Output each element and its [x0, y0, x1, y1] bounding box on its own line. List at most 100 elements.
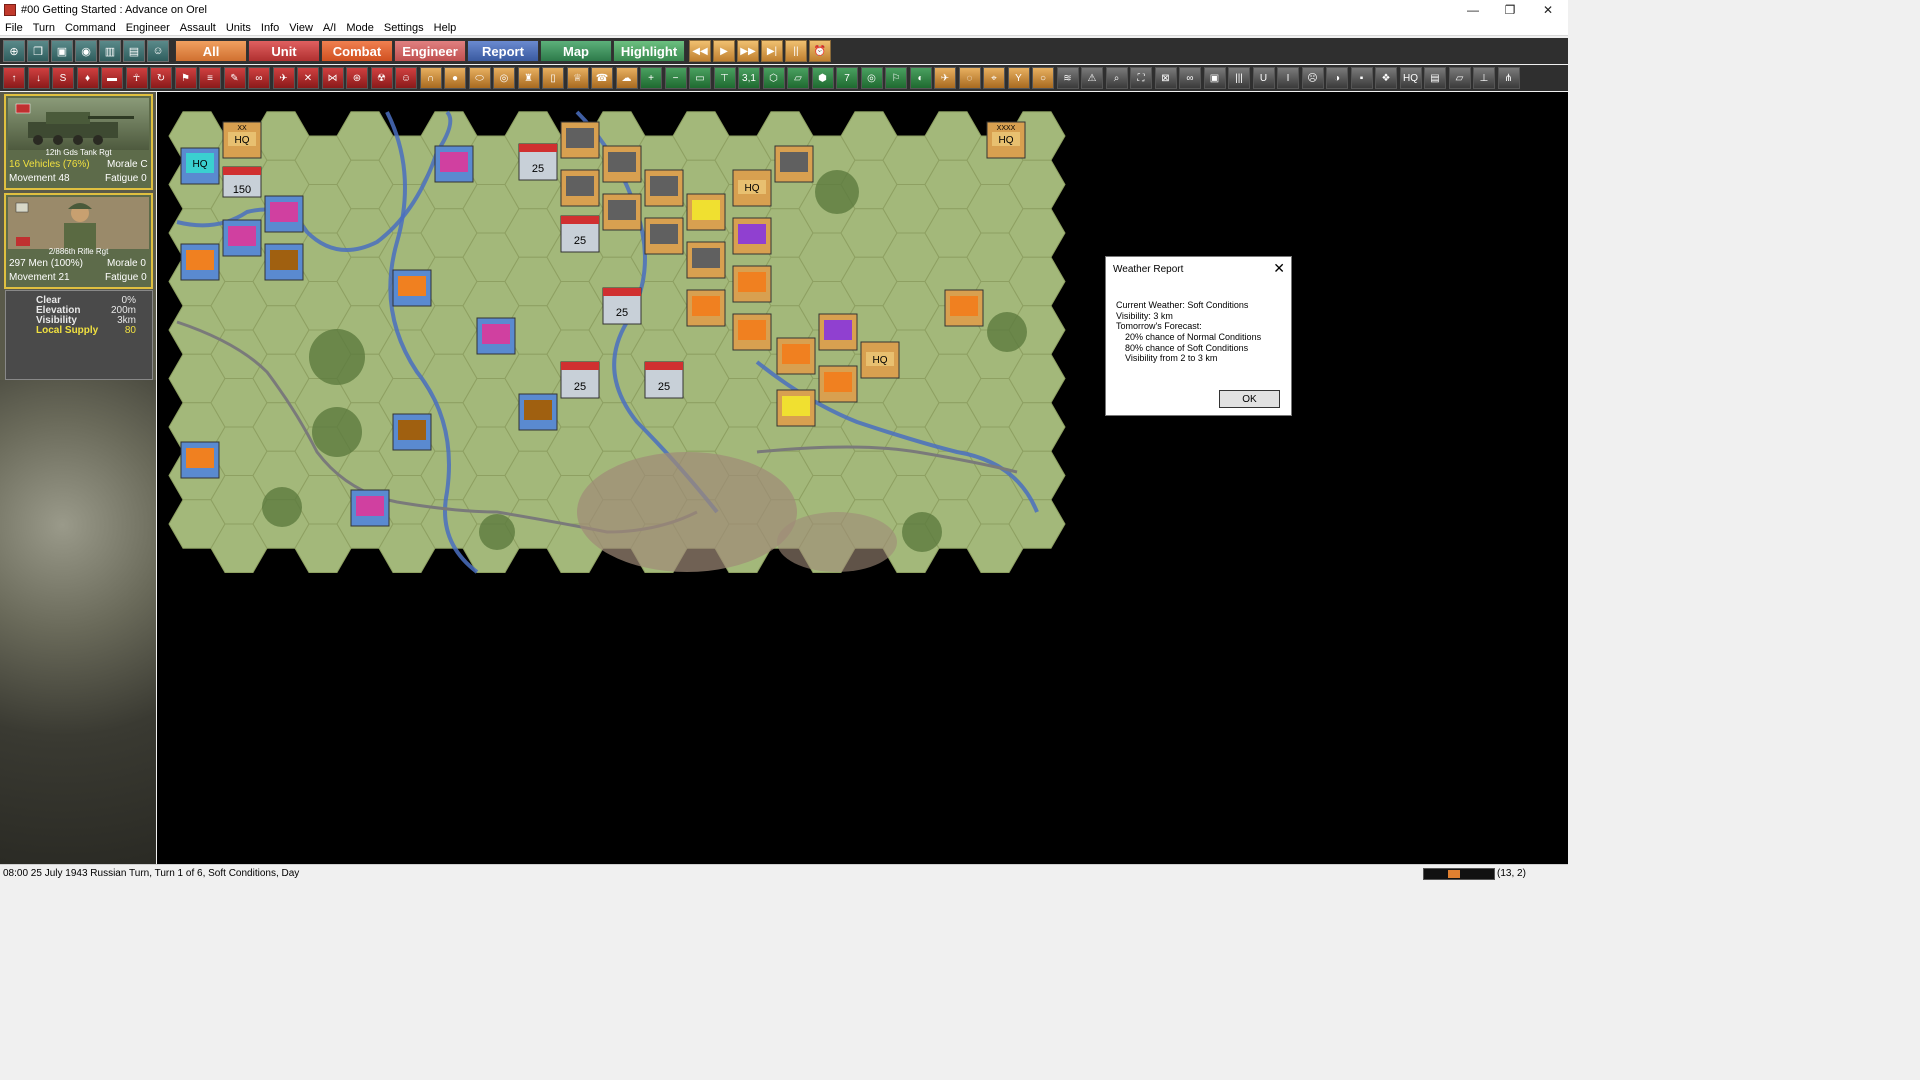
counter-german-25[interactable]: 25 [602, 287, 642, 325]
counter-german-hq[interactable]: HQ [732, 169, 772, 207]
bars-icon[interactable]: ||| [1228, 67, 1250, 89]
expand-icon[interactable]: ⛶ [1130, 67, 1152, 89]
counter-german-unit[interactable] [602, 145, 642, 183]
dialog-close-icon[interactable]: ✕ [1273, 260, 1285, 277]
menu-ai[interactable]: A/I [318, 22, 341, 34]
ruler-icon[interactable]: ▱ [1448, 67, 1471, 89]
flag-icon[interactable]: ⚐ [885, 67, 907, 89]
walk-icon[interactable]: ☥ [125, 67, 148, 89]
dig-in-icon[interactable]: ♦ [76, 67, 99, 89]
tab-engineer[interactable]: Engineer [394, 40, 466, 62]
layers-icon[interactable]: ≋ [1056, 67, 1079, 89]
coin-icon[interactable]: ◎ [493, 67, 515, 89]
rally-icon[interactable]: ⚑ [174, 67, 197, 89]
signpost-icon[interactable]: ⊤ [713, 67, 736, 89]
binoculars-icon[interactable]: ∞ [248, 67, 270, 89]
hex-outline-icon[interactable]: ⬢ [811, 67, 834, 89]
tab-map[interactable]: Map [540, 40, 612, 62]
counter-german-unit[interactable] [560, 121, 600, 159]
maximize-button[interactable]: ❐ [1492, 0, 1528, 20]
three-one-icon[interactable]: 3,1 [738, 67, 760, 89]
lock-icon[interactable]: ▣ [1203, 67, 1226, 89]
menu-mode[interactable]: Mode [341, 22, 379, 34]
moon-icon[interactable]: ◑ [1326, 67, 1348, 89]
hex-map[interactable]: HQ HQ XX 150 25 25 25 25 25 HQ HQ HQ XXX… [157, 92, 1568, 864]
wrench-icon[interactable]: ✎ [223, 67, 246, 89]
counter-german-unit[interactable] [686, 241, 726, 279]
face-icon[interactable]: ☹ [1301, 67, 1324, 89]
counter-german-unit[interactable] [776, 389, 816, 427]
contrast-icon[interactable]: ◐ [909, 67, 932, 89]
counter-soviet-unit[interactable] [392, 269, 432, 307]
counter-german-25[interactable]: 25 [560, 215, 600, 253]
counter-german-unit[interactable] [732, 313, 772, 351]
counter-german-unit[interactable] [776, 337, 816, 375]
zoom-out-icon[interactable]: − [664, 67, 687, 89]
antenna-icon[interactable]: Y [1007, 67, 1030, 89]
mine-icon[interactable]: ⊛ [346, 67, 368, 89]
portrait-icon[interactable]: ☺ [147, 40, 169, 62]
cloud-icon[interactable]: ☁ [615, 67, 638, 89]
circle-icon[interactable]: ● [444, 67, 466, 89]
rotate-icon[interactable]: ↻ [150, 67, 172, 89]
trophy-icon[interactable]: ♕ [566, 67, 589, 89]
tree-icon[interactable]: ⋔ [1497, 67, 1520, 89]
seven-icon[interactable]: 7 [836, 67, 858, 89]
grid-icon[interactable]: ⊠ [1154, 67, 1177, 89]
fast-forward-icon[interactable]: ▶▶ [737, 40, 759, 62]
counter-soviet-tank[interactable] [476, 317, 516, 355]
tab-report[interactable]: Report [467, 40, 539, 62]
copy-icon[interactable]: ❐ [27, 40, 49, 62]
search-icon[interactable]: ⌕ [1105, 67, 1128, 89]
plane-icon[interactable]: ✈ [272, 67, 295, 89]
close-button[interactable]: ✕ [1530, 0, 1566, 20]
counter-soviet-tank[interactable] [264, 195, 304, 233]
menu-command[interactable]: Command [60, 22, 121, 34]
window-icon[interactable]: ▤ [123, 40, 145, 62]
counter-soviet-unit[interactable] [518, 393, 558, 431]
zoom-in-icon[interactable]: + [640, 67, 662, 89]
counter-german-unit[interactable] [686, 289, 726, 327]
menu-info[interactable]: Info [256, 22, 284, 34]
counter-german-hq[interactable]: HQ [860, 341, 900, 379]
counter-german-unit[interactable] [774, 145, 814, 183]
tab-unit[interactable]: Unit [248, 40, 320, 62]
alarm-clock-icon[interactable]: ⏰ [809, 40, 831, 62]
arch-icon[interactable]: ∩ [419, 67, 442, 89]
menu-engineer[interactable]: Engineer [121, 22, 175, 34]
crosshair-icon[interactable]: ⊕ [3, 40, 25, 62]
chevron-icon[interactable]: ❖ [1375, 67, 1397, 89]
counter-german-unit[interactable] [818, 365, 858, 403]
terrain-icon[interactable]: ▱ [787, 67, 809, 89]
tab-all[interactable]: All [175, 40, 247, 62]
i-icon[interactable]: I [1277, 67, 1299, 89]
vehicle-icon[interactable]: ▬ [101, 67, 123, 89]
medal-icon[interactable]: ◌ [958, 67, 981, 89]
counter-soviet-tank[interactable] [222, 219, 262, 257]
list-icon[interactable]: ≡ [199, 67, 221, 89]
warning-icon[interactable]: ⚠ [1081, 67, 1103, 89]
counter-soviet-unit[interactable] [180, 243, 220, 281]
map-canvas[interactable]: HQ HQXX 150 25 25 25 25 25 HQ HQ HQXXXX [157, 92, 1568, 864]
windows-icon[interactable]: ▣ [51, 40, 73, 62]
unit-card-infantry[interactable]: 2/886th Rifle Rgt 297 Men (100%) Morale … [4, 193, 153, 289]
tab-combat[interactable]: Combat [321, 40, 393, 62]
minimize-button[interactable]: — [1455, 0, 1491, 20]
rewind-icon[interactable]: ◀◀ [689, 40, 711, 62]
counter-german-unit[interactable] [686, 193, 726, 231]
ring-icon[interactable]: ○ [1032, 67, 1054, 89]
menu-help[interactable]: Help [429, 22, 462, 34]
book-icon[interactable]: ▯ [542, 67, 564, 89]
soldier-icon[interactable]: ♜ [517, 67, 540, 89]
counter-german-unit[interactable] [732, 265, 772, 303]
play-icon[interactable]: ▶ [713, 40, 735, 62]
counter-soviet-unit[interactable] [180, 441, 220, 479]
panel-icon[interactable]: ▤ [1424, 67, 1446, 89]
mount-icon[interactable]: ↑ [3, 67, 25, 89]
menu-file[interactable]: File [0, 22, 28, 34]
tab-highlight[interactable]: Highlight [613, 40, 685, 62]
counter-german-unit[interactable] [944, 289, 984, 327]
counter-soviet-tank[interactable] [434, 145, 474, 183]
hq-icon[interactable]: HQ [1399, 67, 1422, 89]
counter-german-unit[interactable] [732, 217, 772, 255]
